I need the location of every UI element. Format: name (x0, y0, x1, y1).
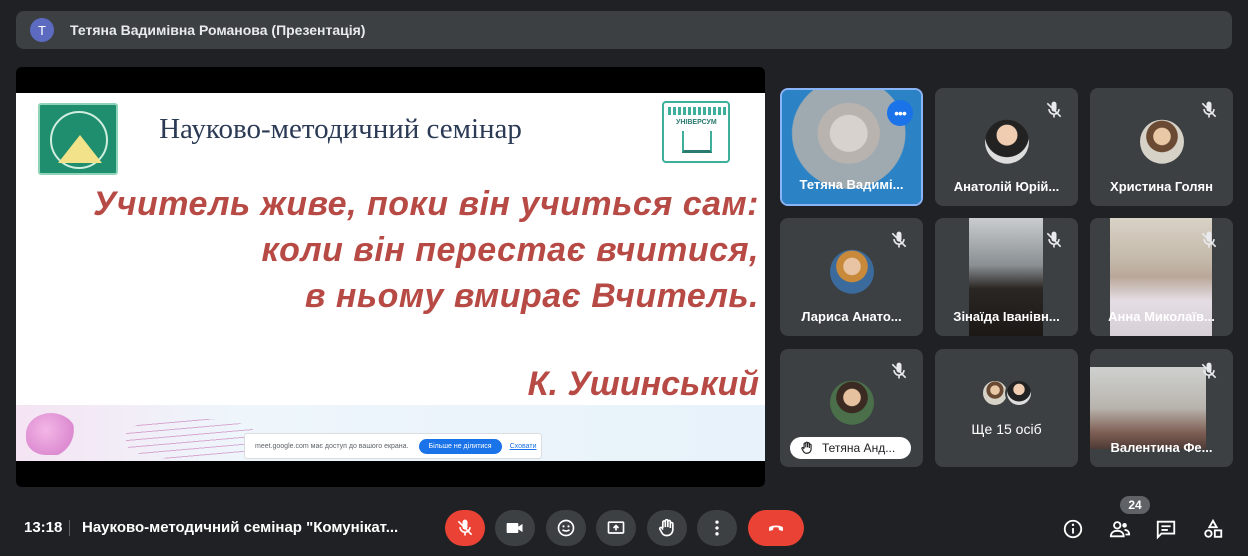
mic-off-icon (1046, 101, 1062, 118)
hand-raised-badge: Тетяна Анд... (790, 437, 911, 459)
activities-button[interactable] (1200, 516, 1226, 542)
participant-tile[interactable]: Тетяна Анд... (780, 349, 923, 467)
participant-tile[interactable]: Христина Голян (1090, 88, 1233, 206)
quote-line-1: Учитель живе, поки він учиться сам: (93, 185, 759, 223)
avatar (1005, 379, 1033, 407)
screen-share-notice: meet.google.com має доступ до вашого екр… (244, 433, 542, 459)
participant-tile[interactable]: Валентина Фе... (1090, 349, 1233, 467)
people-icon (1109, 521, 1131, 538)
presenter-bar: T Тетяна Вадимівна Романова (Презентація… (16, 11, 1232, 49)
hang-up-icon (769, 525, 783, 531)
participant-name: Зінаїда Іванівн... (953, 309, 1060, 324)
mic-toggle-button[interactable] (445, 510, 485, 546)
participants-count-badge: 24 (1120, 496, 1150, 514)
avatar (829, 380, 874, 425)
meeting-details-button[interactable] (1060, 516, 1086, 542)
participant-tile[interactable]: Лариса Анато... (780, 218, 923, 336)
quote-line-3: в ньому вмирає Вчитель. (304, 277, 759, 315)
share-notice-text: meet.google.com має доступ до вашого екр… (255, 442, 409, 450)
participant-name: Тетяна Вадимі... (799, 177, 904, 192)
participant-video (1090, 367, 1206, 449)
music-notes-decoration (126, 419, 256, 459)
emoji-icon (557, 519, 575, 537)
meet-window: T Тетяна Вадимівна Романова (Презентація… (0, 0, 1248, 556)
participant-tile[interactable]: Анна Миколаїв... (1090, 218, 1233, 336)
reactions-button[interactable] (546, 510, 586, 546)
participant-name: Анатолій Юрій... (953, 179, 1060, 194)
more-participants-label: Ще 15 осіб (971, 421, 1042, 437)
presentation-slide: УНІВЕРСУМ Науково-методичний семінар Учи… (16, 93, 765, 461)
mic-off-icon (1201, 101, 1217, 118)
more-participants-tile[interactable]: Ще 15 осіб (935, 349, 1078, 467)
avatar (1139, 119, 1184, 164)
presenter-name: Тетяна Вадимівна Романова (Презентація) (70, 22, 366, 38)
present-screen-button[interactable] (596, 510, 636, 546)
chat-button[interactable] (1153, 516, 1179, 542)
divider (69, 520, 70, 536)
present-icon (607, 521, 625, 534)
chat-icon (1156, 520, 1176, 540)
leave-call-button[interactable] (748, 510, 804, 546)
hide-notice-link[interactable]: Сховати (510, 443, 537, 450)
mic-off-icon (891, 362, 907, 379)
quote-author: К. Ушинський (527, 365, 759, 403)
more-vert-icon (715, 520, 719, 536)
hand-icon (801, 441, 812, 454)
shapes-icon (1204, 518, 1223, 538)
avatar (829, 249, 874, 294)
quote-line-2: коли він перестає вчитися, (261, 231, 759, 269)
participant-tile[interactable]: Зінаїда Іванівн... (935, 218, 1078, 336)
more-options-button[interactable] (697, 510, 737, 546)
hand-icon (658, 518, 674, 537)
mic-off-icon (1201, 231, 1217, 248)
mic-off-icon (891, 231, 907, 248)
raise-hand-button[interactable] (647, 510, 687, 546)
participants-button[interactable] (1107, 516, 1133, 542)
more-options-icon[interactable]: ••• (887, 100, 913, 126)
slide-title: Науково-методичний семінар (159, 113, 522, 145)
participant-name: Анна Миколаїв... (1108, 309, 1215, 324)
participant-name: Христина Голян (1110, 179, 1213, 194)
participant-tile[interactable]: Анатолій Юрій... (935, 88, 1078, 206)
control-bar: 13:18 Науково-методичний семінар "Комуні… (0, 500, 1248, 556)
camera-toggle-button[interactable] (495, 510, 535, 546)
mic-off-icon (1046, 231, 1062, 248)
meeting-title: Науково-методичний семінар "Комунікат... (82, 519, 399, 536)
mic-off-icon (457, 519, 473, 536)
camera-icon (506, 523, 523, 533)
info-icon (1063, 519, 1083, 539)
meeting-clock: 13:18 (24, 519, 63, 536)
participant-tile[interactable]: ••• Тетяна Вадимі... (780, 88, 923, 206)
mic-off-icon (1201, 362, 1217, 379)
participant-name: Тетяна Анд... (822, 441, 896, 455)
avatar (984, 119, 1029, 164)
flower-decoration (26, 413, 76, 455)
presentation-stage[interactable]: УНІВЕРСУМ Науково-методичний семінар Учи… (16, 67, 765, 487)
presenter-avatar: T (30, 18, 54, 42)
participant-name: Лариса Анато... (801, 309, 902, 324)
stop-sharing-button[interactable]: Більше не ділитися (418, 438, 502, 454)
participant-name: Валентина Фе... (1110, 440, 1213, 455)
